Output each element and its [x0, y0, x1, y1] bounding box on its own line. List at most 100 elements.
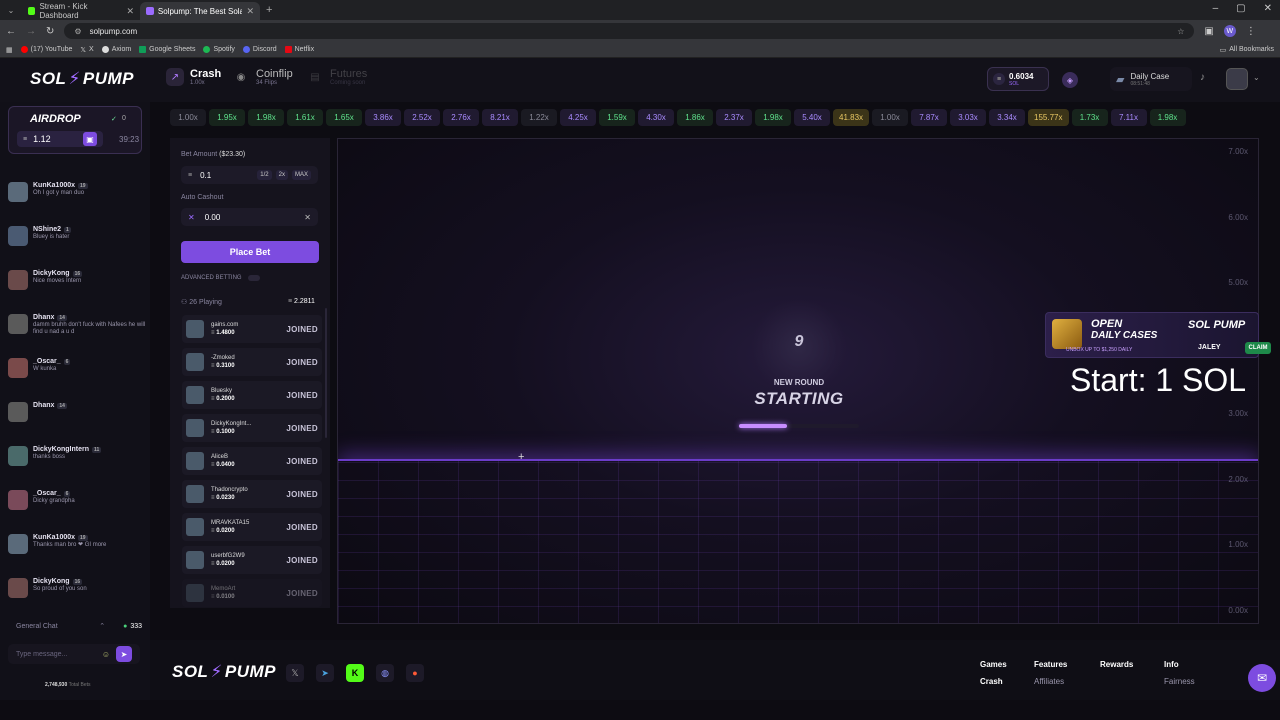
- multiplier-chip[interactable]: 1.65x: [326, 108, 362, 126]
- kick-icon[interactable]: K: [346, 664, 364, 682]
- discord-social-icon[interactable]: ◍: [376, 664, 394, 682]
- telegram-icon[interactable]: ➤: [316, 664, 334, 682]
- bookmark-google-sheets[interactable]: Google Sheets: [139, 46, 195, 53]
- players-scrollbar[interactable]: [325, 308, 327, 438]
- chevron-down-icon[interactable]: ⌄: [1253, 73, 1260, 82]
- footer-link[interactable]: Crash: [980, 677, 1007, 686]
- multiplier-chip[interactable]: 1.73x: [1071, 108, 1108, 126]
- support-chat-icon[interactable]: ✉: [1248, 664, 1276, 692]
- clear-icon[interactable]: ✕: [304, 213, 311, 222]
- chat-avatar[interactable]: [8, 226, 28, 246]
- multiplier-chip[interactable]: 4.30x: [638, 108, 674, 126]
- multiplier-chip[interactable]: 1.86x: [677, 108, 713, 126]
- multiplier-chip[interactable]: 2.52x: [404, 108, 440, 126]
- nav-coinflip[interactable]: ◉ Coinflip 34 Flips: [232, 68, 293, 86]
- multiplier-chip[interactable]: 3.34x: [989, 108, 1026, 126]
- player-avatar[interactable]: [186, 386, 204, 404]
- player-avatar[interactable]: [186, 353, 204, 371]
- send-icon[interactable]: ➤: [116, 646, 132, 662]
- max-bet-button[interactable]: MAX: [291, 170, 311, 180]
- site-info-icon[interactable]: ⚙: [74, 27, 81, 36]
- chat-username[interactable]: NShine2: [33, 226, 61, 233]
- double-bet-button[interactable]: 2x: [275, 170, 288, 180]
- multiplier-chip[interactable]: 7.11x: [1110, 108, 1147, 126]
- minimize-icon[interactable]: –: [1213, 3, 1219, 14]
- multiplier-chip[interactable]: 41.83x: [833, 108, 870, 126]
- apps-icon[interactable]: ▦: [6, 46, 13, 54]
- chat-avatar[interactable]: [8, 182, 28, 202]
- multiplier-chip[interactable]: 1.22x: [521, 108, 557, 126]
- chat-room-selector[interactable]: General Chat ⌃ ● 333: [8, 618, 146, 634]
- bookmark-star-icon[interactable]: ☆: [1177, 27, 1184, 36]
- multiplier-chip[interactable]: 5.40x: [794, 108, 830, 126]
- chat-avatar[interactable]: [8, 534, 28, 554]
- reload-icon[interactable]: ↻: [46, 26, 54, 37]
- multiplier-chip[interactable]: 1.95x: [209, 108, 245, 126]
- footer-link[interactable]: Affiliates: [1034, 677, 1067, 686]
- player-name[interactable]: MRAVKATA15: [211, 520, 249, 526]
- player-name[interactable]: AliceB: [211, 454, 235, 460]
- site-logo[interactable]: SOL ⚡ PUMP: [30, 69, 134, 89]
- multiplier-chip[interactable]: 3.03x: [950, 108, 987, 126]
- close-window-icon[interactable]: ✕: [1264, 3, 1272, 14]
- gift-icon[interactable]: ▣: [83, 132, 97, 146]
- chat-username[interactable]: DickyKong: [33, 578, 70, 585]
- nav-futures[interactable]: ▤ Futures Coming soon: [306, 68, 367, 86]
- player-name[interactable]: userbfG2W9: [211, 553, 245, 559]
- chat-avatar[interactable]: [8, 446, 28, 466]
- bell-icon[interactable]: ♪: [1200, 72, 1205, 83]
- footer-link[interactable]: Fairness: [1164, 677, 1195, 686]
- chat-username[interactable]: KunKa1000x: [33, 534, 75, 541]
- player-name[interactable]: DickyKongInt...: [211, 421, 251, 427]
- auto-cashout-input[interactable]: ✕ 0.00 ✕: [181, 208, 318, 226]
- toggle-switch[interactable]: [247, 275, 260, 281]
- airdrop-panel[interactable]: AIRDROP ✓ 0 ≡ 1.12 ▣ 39:23: [8, 106, 142, 154]
- multiplier-chip[interactable]: 2.37x: [716, 108, 752, 126]
- url-field[interactable]: ⚙ solpump.com ☆: [64, 23, 1195, 39]
- multiplier-chip[interactable]: 1.98x: [755, 108, 791, 126]
- chat-username[interactable]: _Oscar_: [33, 358, 61, 365]
- multiplier-chip[interactable]: 4.25x: [560, 108, 596, 126]
- chat-avatar[interactable]: [8, 270, 28, 290]
- advanced-betting-toggle[interactable]: ADVANCED BETTING: [181, 275, 260, 281]
- multiplier-chip[interactable]: 1.59x: [599, 108, 635, 126]
- chat-username[interactable]: DickyKongIntern: [33, 446, 89, 453]
- player-name[interactable]: Bluesky: [211, 388, 235, 394]
- stream-icon[interactable]: ●: [406, 664, 424, 682]
- half-bet-button[interactable]: 1/2: [257, 170, 272, 180]
- multiplier-chip[interactable]: 8.21x: [482, 108, 518, 126]
- maximize-icon[interactable]: ▢: [1236, 3, 1245, 14]
- bet-amount-input[interactable]: ≡ 0.1 1/2 2x MAX: [181, 166, 318, 184]
- browser-tab-kick[interactable]: Stream - Kick Dashboard ✕: [22, 2, 140, 20]
- browser-menu-icon[interactable]: ⋮: [1246, 26, 1256, 37]
- multiplier-chip[interactable]: 2.76x: [443, 108, 479, 126]
- chat-username[interactable]: _Oscar_: [33, 490, 61, 497]
- place-bet-button[interactable]: Place Bet: [181, 241, 319, 263]
- chat-avatar[interactable]: [8, 358, 28, 378]
- player-name[interactable]: gains.com: [211, 322, 238, 328]
- bookmark-discord[interactable]: Discord: [242, 46, 277, 53]
- player-avatar[interactable]: [186, 584, 204, 602]
- profile-avatar[interactable]: W: [1223, 25, 1236, 37]
- chat-avatar[interactable]: [8, 578, 28, 598]
- chat-avatar[interactable]: [8, 314, 28, 334]
- chat-username[interactable]: Dhanx: [33, 314, 54, 321]
- extensions-icon[interactable]: ▣: [1204, 26, 1213, 37]
- x-social-icon[interactable]: 𝕏: [286, 664, 304, 682]
- player-avatar[interactable]: [186, 419, 204, 437]
- chat-input[interactable]: Type message... ☺ ➤: [8, 644, 140, 664]
- daily-cases-promo[interactable]: OPEN DAILY CASES UNBOX UP TO $1,250 DAIL…: [1045, 312, 1271, 358]
- chat-username[interactable]: KunKa1000x: [33, 182, 75, 189]
- nav-crash[interactable]: ↗ Crash 1.00x: [166, 68, 221, 86]
- multiplier-chip[interactable]: 1.00x: [872, 108, 909, 126]
- bookmark-x[interactable]: 𝕏X: [80, 46, 93, 54]
- chat-username[interactable]: Dhanx: [33, 402, 54, 409]
- player-avatar[interactable]: [186, 551, 204, 569]
- daily-case-button[interactable]: ▰ Daily Case 08:51:48: [1110, 67, 1192, 91]
- chat-avatar[interactable]: [8, 490, 28, 510]
- player-name[interactable]: MemoArt: [211, 586, 235, 592]
- bookmark-youtube[interactable]: (17) YouTube: [20, 46, 72, 53]
- claim-button[interactable]: CLAIM: [1245, 342, 1271, 354]
- player-avatar[interactable]: [186, 320, 204, 338]
- multiplier-chip[interactable]: 1.98x: [1149, 108, 1186, 126]
